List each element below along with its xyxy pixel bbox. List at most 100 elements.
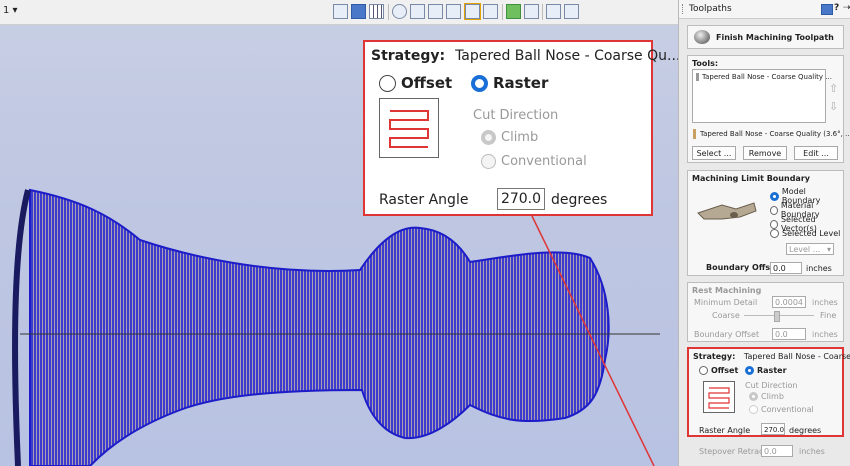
raster-radio-label: Raster	[757, 366, 787, 375]
toolpath-title-section: Finish Machining Toolpath	[687, 25, 844, 49]
3d-viewport[interactable]: 1 ▾ Strategy: Tapered Ball Nose - Coarse …	[0, 0, 678, 466]
boundary-option-label: Selected Level	[782, 229, 841, 238]
stepover-retract-input[interactable]: 0.0	[761, 445, 793, 457]
climb-label: Climb	[761, 392, 784, 401]
raster-angle-input[interactable]: 270.0	[761, 423, 785, 435]
conventional-radio[interactable]: Conventional	[749, 405, 814, 414]
radio-on-icon	[481, 130, 496, 145]
callout-conventional-radio[interactable]: Conventional	[481, 154, 587, 169]
callout-raster-angle-label: Raster Angle	[379, 192, 469, 208]
radio-on-icon	[471, 74, 488, 92]
tool-icon	[696, 73, 699, 81]
zoom-icon[interactable]	[410, 4, 425, 19]
conventional-label: Conventional	[761, 405, 814, 414]
boundary-offset-input[interactable]: 0.0	[770, 262, 802, 274]
edit-tool-button[interactable]: Edit ...	[794, 146, 838, 160]
slider-thumb[interactable]	[774, 311, 780, 322]
panel-header: Toolpaths ? ⇢	[679, 0, 850, 19]
zoom-in-icon[interactable]	[428, 4, 443, 19]
min-detail-unit: inches	[812, 298, 838, 307]
remove-tool-button[interactable]: Remove	[743, 146, 787, 160]
radio-off-icon	[770, 205, 778, 215]
radio-on-icon	[745, 366, 754, 375]
stepover-retract-unit: inches	[799, 447, 825, 456]
toolpath-preview-icon[interactable]	[464, 3, 481, 20]
coarse-label: Coarse	[712, 311, 740, 320]
offset-radio[interactable]: Offset	[699, 366, 738, 375]
view-toolbar: 1 ▾	[0, 0, 678, 25]
radio-on-icon	[770, 191, 779, 201]
model-icon[interactable]	[506, 4, 521, 19]
selected-tool: Tapered Ball Nose - Coarse Quality (3.6°…	[700, 130, 850, 138]
boundary-level-radio[interactable]: Selected Level	[770, 229, 840, 238]
strategy-value: Tapered Ball Nose - Coarse Qu...	[743, 352, 850, 361]
move-view-icon[interactable]	[392, 4, 407, 19]
tools-title: Tools:	[692, 59, 719, 68]
pin-icon[interactable]: ⇢	[843, 3, 850, 13]
callout-offset-radio[interactable]: Offset	[379, 74, 452, 92]
tool-list[interactable]: Tapered Ball Nose - Coarse Quality ...	[692, 69, 832, 123]
callout-strategy-label: Strategy:	[371, 48, 446, 64]
toolpath-icon	[694, 30, 710, 44]
callout-raster-angle-input[interactable]: 270.0	[497, 188, 545, 210]
layers-icon[interactable]	[524, 4, 539, 19]
callout-climb-label: Climb	[501, 130, 539, 145]
tools-section: Tools: Tapered Ball Nose - Coarse Qualit…	[687, 55, 850, 163]
split-view-icon[interactable]	[564, 4, 579, 19]
callout-raster-label: Raster	[493, 74, 549, 92]
boundary-title: Machining Limit Boundary	[692, 174, 810, 183]
offset-radio-label: Offset	[711, 366, 739, 375]
boundary-offset-unit: inches	[806, 264, 832, 273]
strategy-zoom-callout: Strategy: Tapered Ball Nose - Coarse Qu..…	[363, 40, 678, 216]
boundary-offset-label: Boundary Offset	[706, 263, 780, 272]
boundary-preview-image	[692, 185, 762, 241]
rest-offset-label: Boundary Offset	[694, 330, 760, 339]
cut-direction-label: Cut Direction	[745, 381, 798, 390]
move-down-icon[interactable]: ⇩	[829, 100, 838, 113]
level-dropdown-value: Level ...	[789, 245, 821, 254]
rest-machining-section: Rest Machining Minimum Detail 0.0004 inc…	[687, 282, 844, 342]
climb-radio[interactable]: Climb	[749, 392, 784, 401]
move-up-icon[interactable]: ⇧	[829, 82, 838, 95]
view-2d-icon[interactable]	[351, 4, 366, 19]
radio-off-icon	[699, 366, 708, 375]
tool-list-item[interactable]: Tapered Ball Nose - Coarse Quality ...	[702, 73, 832, 81]
zoom-selection-icon[interactable]	[446, 4, 461, 19]
select-tool-button[interactable]: Select ...	[692, 146, 736, 160]
rest-offset-input[interactable]: 0.0	[772, 328, 806, 340]
min-detail-input[interactable]: 0.0004	[772, 296, 806, 308]
callout-climb-radio[interactable]: Climb	[481, 130, 538, 145]
raster-radio[interactable]: Raster	[745, 366, 787, 375]
radio-off-icon	[481, 154, 496, 169]
panel-icon[interactable]	[821, 4, 833, 15]
callout-raster-radio[interactable]: Raster	[471, 74, 548, 92]
drag-handle-icon[interactable]	[682, 4, 685, 14]
radio-off-icon	[770, 219, 778, 229]
level-dropdown[interactable]: Level ... ▾	[786, 243, 834, 255]
grid-icon[interactable]	[369, 4, 384, 19]
fine-label: Fine	[820, 311, 837, 320]
panel-layout-icon[interactable]	[546, 4, 561, 19]
rotate-icon[interactable]	[483, 4, 498, 19]
tool-icon	[693, 129, 696, 139]
radio-off-icon	[379, 74, 396, 92]
min-detail-label: Minimum Detail	[694, 298, 758, 307]
callout-cut-direction-label: Cut Direction	[473, 108, 559, 123]
strategy-row: Strategy: Tapered Ball Nose - Coarse Qu.…	[693, 352, 850, 361]
callout-conventional-label: Conventional	[501, 154, 587, 169]
panel-title: Toolpaths	[689, 4, 732, 14]
raster-pattern-icon	[703, 381, 735, 413]
zoom-extents-icon[interactable]	[333, 4, 348, 19]
help-icon[interactable]: ?	[834, 3, 839, 13]
strategy-section: Strategy: Tapered Ball Nose - Coarse Qu.…	[687, 347, 850, 437]
raster-angle-unit: degrees	[789, 426, 822, 435]
chevron-down-icon: ▾	[826, 245, 831, 254]
callout-strategy-value: Tapered Ball Nose - Coarse Qu...	[455, 48, 678, 64]
toolpaths-panel: Toolpaths ? ⇢ Finish Machining Toolpath …	[678, 0, 850, 466]
radio-off-icon	[749, 405, 758, 414]
detail-slider[interactable]	[744, 311, 814, 322]
view-selector[interactable]: 1 ▾	[3, 5, 18, 16]
radio-off-icon	[770, 229, 779, 238]
raster-angle-label: Raster Angle	[699, 426, 751, 435]
boundary-section: Machining Limit Boundary Model Boundary …	[687, 170, 844, 276]
